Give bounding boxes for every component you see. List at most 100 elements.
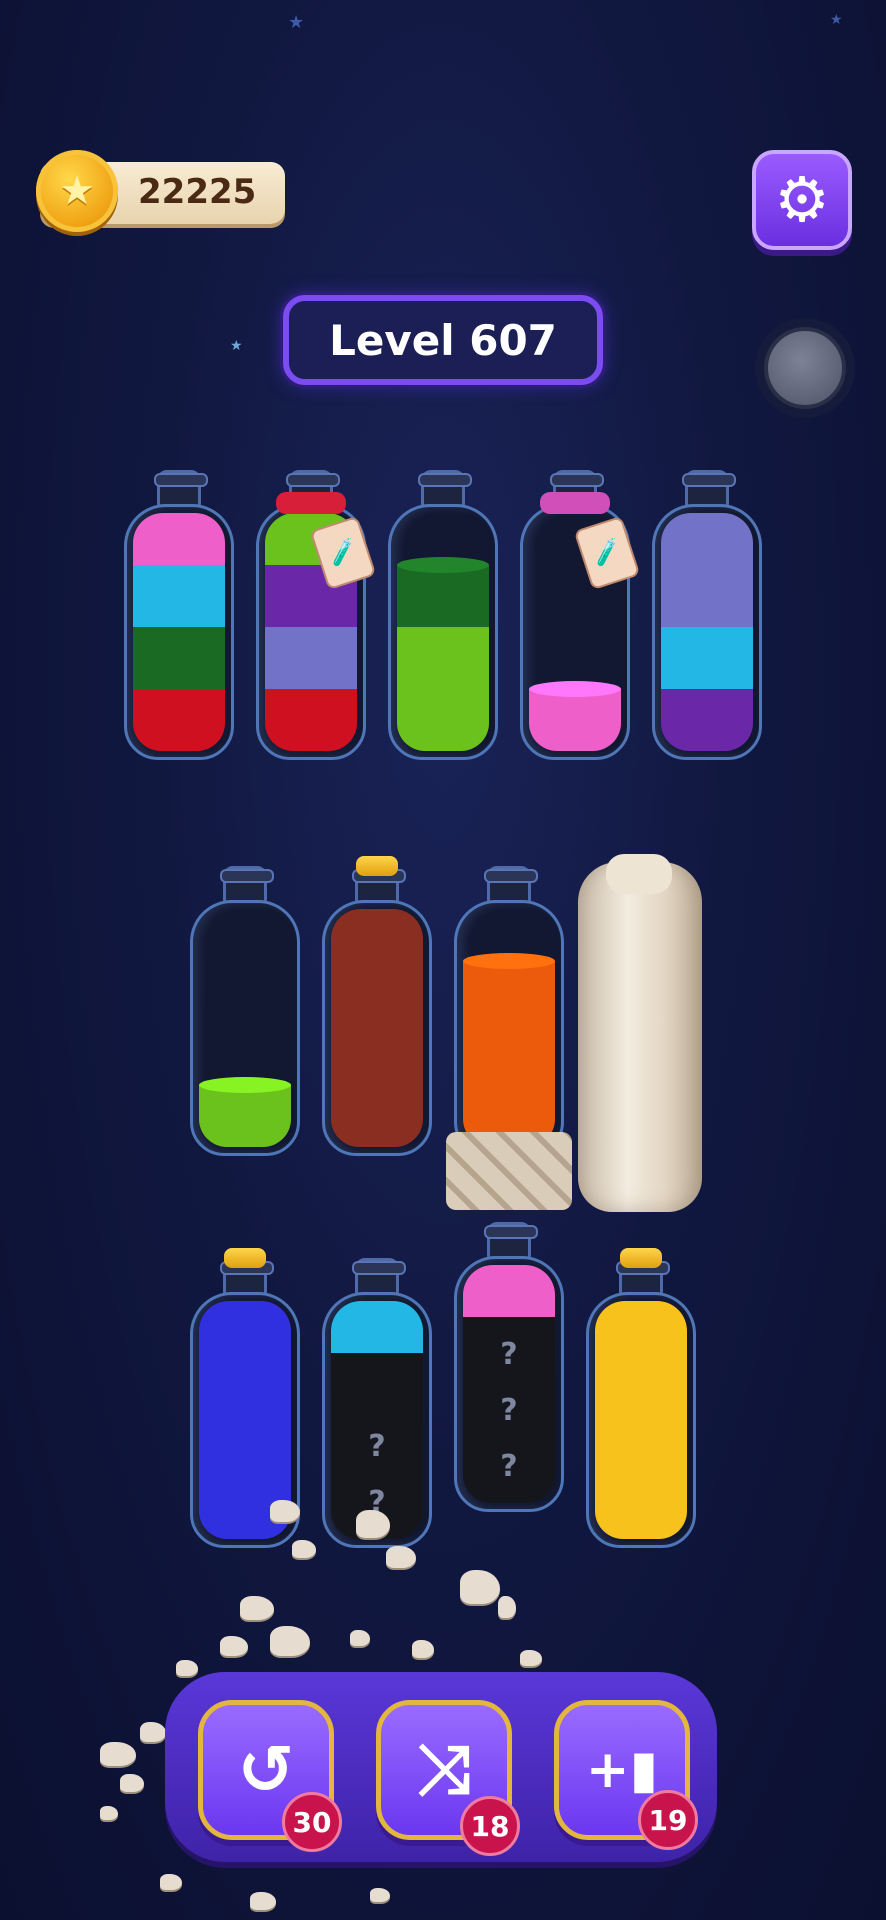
liquid-layer-hidden [331,1353,423,1415]
stone-shard [356,1510,390,1538]
stone-shard [160,1874,182,1890]
bottle[interactable] [652,470,762,760]
bottle-glass [454,900,564,1156]
liquid-layer-lavender [265,627,357,689]
hidden-layer-icon: ? [500,1337,518,1372]
bottle-neck [484,1222,538,1260]
stone-shard [220,1636,248,1656]
bottle-neck [484,866,538,904]
bottle[interactable] [322,856,432,1156]
stone-shard [250,1892,276,1910]
hidden-layer-icon: ? [368,1429,386,1464]
bottle-glass: ??? [454,1256,564,1512]
liquid-layer-brown [331,1023,423,1085]
stone-rubble [446,1132,572,1210]
bottle[interactable] [454,866,564,1156]
stone-shard [240,1596,274,1620]
liquid-layer-cyan [331,1301,423,1353]
bottle[interactable] [124,470,234,760]
liquid-layer-lime [199,1085,291,1147]
liquid-stack [199,909,291,1147]
undo-icon: ↺ [237,1730,295,1810]
bottle[interactable] [190,866,300,1156]
liquid-layer-cyan [661,627,753,689]
add-bottle-count-badge: 19 [638,1790,698,1850]
liquid-stack [463,909,555,1147]
level-title: Level 607 [283,295,603,385]
star-coin-icon: ★ [36,150,118,232]
liquid-layer-blue [199,1353,291,1415]
liquid-layer-pink [529,689,621,751]
liquid-layer-cyan [133,565,225,627]
hidden-layer-icon: ? [500,1393,518,1428]
bottle[interactable]: ??? [454,1222,564,1512]
stone-shard [386,1546,416,1568]
liquid-layer-yellow [595,1353,687,1415]
bottle-glass: ?? [322,1292,432,1548]
stone-encased-bottle[interactable] [578,854,702,1212]
stone-shard [120,1774,144,1792]
liquid-layer-red [133,689,225,751]
rope-tie-icon [540,492,610,514]
liquid-stack [595,1301,687,1539]
bottle-neck [418,470,472,508]
cork-icon [224,1248,266,1268]
liquid-stack [133,513,225,751]
stone-shard [100,1806,118,1820]
bottle-glass [190,900,300,1156]
liquid-layer-lime [397,627,489,689]
liquid-layer-pink [133,513,225,565]
floating-control-button[interactable] [755,318,855,418]
bottle[interactable]: 🧪 [520,470,641,760]
liquid-layer-lavender [661,565,753,627]
star-icon: ★ [230,338,243,354]
bottle[interactable] [388,470,498,760]
liquid-layer-blue [199,1301,291,1353]
liquid-layer-brown [331,909,423,961]
bottle[interactable]: ?? [322,1258,432,1548]
stone-shard [140,1722,166,1742]
bottle-glass [586,1292,696,1548]
liquid-layer-darkgreen [397,565,489,627]
liquid-layer-lavender [661,513,753,565]
gear-icon: ⚙ [774,163,830,236]
cork-icon [356,856,398,876]
liquid-stack [397,513,489,751]
star-icon: ★ [288,12,305,33]
stone-shard [350,1630,370,1646]
bottle-glass [322,900,432,1156]
bottle-glass [388,504,498,760]
bottle-glass [652,504,762,760]
stone-shard [292,1540,316,1558]
liquid-stack [331,909,423,1147]
stone-shard [270,1626,310,1656]
hidden-layer-icon: ? [500,1449,518,1484]
liquid-stack [661,513,753,751]
bottle[interactable]: 🧪 [256,470,377,760]
settings-button[interactable]: ⚙ [752,150,852,250]
liquid-layer-pink [463,1265,555,1317]
stone-shard [498,1596,516,1618]
undo-count-badge: 30 [282,1792,342,1852]
stone-shard [412,1640,434,1658]
stone-shard [370,1888,390,1902]
liquid-layer-yellow [595,1415,687,1477]
stone-shard [520,1650,542,1666]
bottle-neck [220,866,274,904]
liquid-layer-brown [331,961,423,1023]
shuffle-count-badge: 18 [460,1796,520,1856]
bottle-neck [352,1258,406,1296]
liquid-layer-purple [661,689,753,751]
star-icon: ★ [830,12,843,28]
bottle[interactable] [586,1248,696,1548]
liquid-layer-brown [331,1085,423,1147]
stone-shard [270,1500,300,1522]
stone-shard [100,1742,136,1766]
stone-shard [176,1660,198,1676]
liquid-layer-orange [463,961,555,1023]
cork-icon [620,1248,662,1268]
shuffle-icon: ⤨ [416,1730,472,1809]
add-bottle-icon: +▮ [585,1740,659,1800]
stone-shard [460,1570,500,1604]
coin-value: 22225 [138,172,257,212]
